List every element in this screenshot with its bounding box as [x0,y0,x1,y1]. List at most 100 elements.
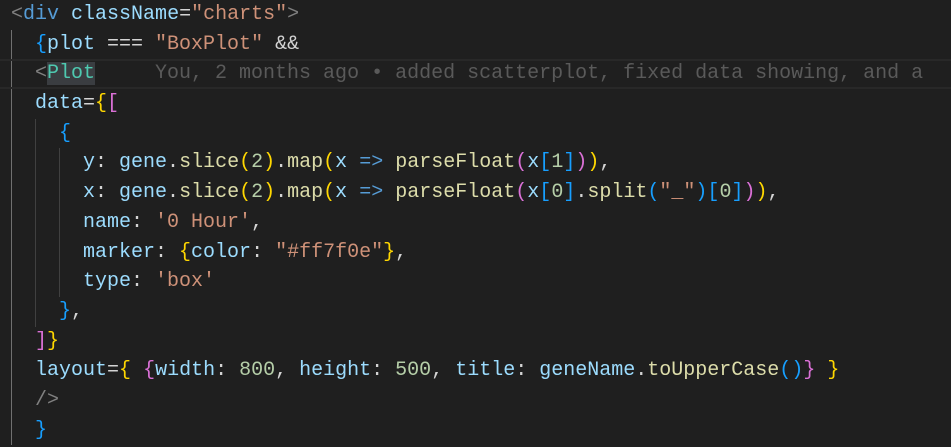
code-token: ] [563,181,576,205]
code-token: { [119,359,132,383]
code-line[interactable]: marker: {color: "#ff7f0e"}, [0,237,951,268]
code-token: width [155,359,216,383]
indent-guide [35,207,59,238]
git-blame-annotation: You, 2 months ago • added scatterplot, f… [155,62,924,86]
code-token: className [71,3,180,26]
code-token: < [35,62,48,86]
code-token: ( [779,359,792,383]
code-token: 500 [395,359,432,383]
code-token: [ [107,92,120,116]
code-line[interactable]: y: gene.slice(2).map(x => parseFloat(x[1… [0,148,951,179]
code-token: ) [263,151,276,175]
indent-guide [35,118,59,149]
code-token: [ [539,181,552,205]
code-token: > [287,3,300,26]
code-token: , [395,240,408,264]
code-line[interactable]: { [0,118,951,149]
code-token: ) [587,151,600,175]
code-token: { [59,121,72,145]
code-editor[interactable]: <div className="charts"> {plot === "BoxPl… [0,0,951,447]
code-line[interactable]: layout={ {width: 800, height: 500, title… [0,356,951,386]
indent-guide [35,296,59,327]
code-token: ] [35,329,48,353]
code-token: } [47,329,60,353]
code-token: type [83,270,132,294]
indent-guide [11,385,35,416]
code-token: } [827,359,840,383]
code-token: x [527,181,540,205]
code-line[interactable]: type: 'box' [0,267,951,297]
code-token: x [335,181,348,205]
code-line[interactable]: /> [0,385,951,416]
code-token: === [95,32,156,56]
code-token: } [35,418,48,442]
code-token: => [359,181,384,205]
code-line[interactable]: }, [0,296,951,327]
code-token: , [275,359,300,383]
indent-guide [11,415,35,446]
code-line[interactable]: <div className="charts"> [0,0,951,30]
code-token: "_" [659,181,696,205]
code-token: 1 [551,151,564,175]
code-token: : [515,359,540,383]
code-token: 2 [251,181,264,205]
code-token: map [287,181,324,205]
current-code-line[interactable]: <Plot You, 2 months ago • added scatterpl… [0,59,951,90]
indent-guide [11,89,35,119]
code-token: : [95,151,120,175]
code-token: ( [323,151,336,175]
code-token: . [275,151,288,175]
code-token: , [767,181,780,205]
code-token: /> [35,388,60,412]
code-token: ( [515,181,528,205]
indent-guide [11,29,35,60]
code-token: : [215,359,240,383]
code-token: : [131,210,156,234]
code-line[interactable]: x: gene.slice(2).map(x => parseFloat(x[0… [0,178,951,208]
indent-guide [11,118,35,149]
code-token: height [299,359,372,383]
code-token: 0 [719,181,732,205]
code-token: } [803,359,816,383]
code-token: ) [791,359,804,383]
code-line[interactable]: ]} [0,326,951,357]
indent-guide [11,326,35,357]
indent-guide [59,267,83,297]
code-token: : [371,359,396,383]
code-token: ( [239,151,252,175]
code-token: '0 Hour' [155,210,252,234]
indent-guide [11,267,35,297]
code-token: . [167,151,180,175]
code-line[interactable]: {plot === "BoxPlot" && [0,29,951,60]
indent-guide [11,296,35,327]
code-token: , [431,359,456,383]
code-token: : [131,270,156,294]
code-token: 0 [551,181,564,205]
code-token: data [35,92,84,116]
code-token: . [575,181,588,205]
code-line[interactable]: } [0,415,951,446]
code-token: slice [179,181,240,205]
code-token: . [167,181,180,205]
code-token: , [599,151,612,175]
code-token: = [179,3,192,26]
code-line[interactable]: name: '0 Hour', [0,207,951,238]
code-line[interactable]: data={[ [0,89,951,119]
code-token: Plot [47,62,96,86]
indent-guide [11,148,35,179]
code-token: = [83,92,96,116]
code-token: parseFloat [395,181,516,205]
indent-guide [59,178,83,208]
code-token: : [155,240,180,264]
code-token: ( [647,181,660,205]
code-token: [ [539,151,552,175]
code-token: { [95,92,108,116]
code-token: { [35,32,48,56]
code-token: = [107,359,120,383]
indent-guide [59,148,83,179]
